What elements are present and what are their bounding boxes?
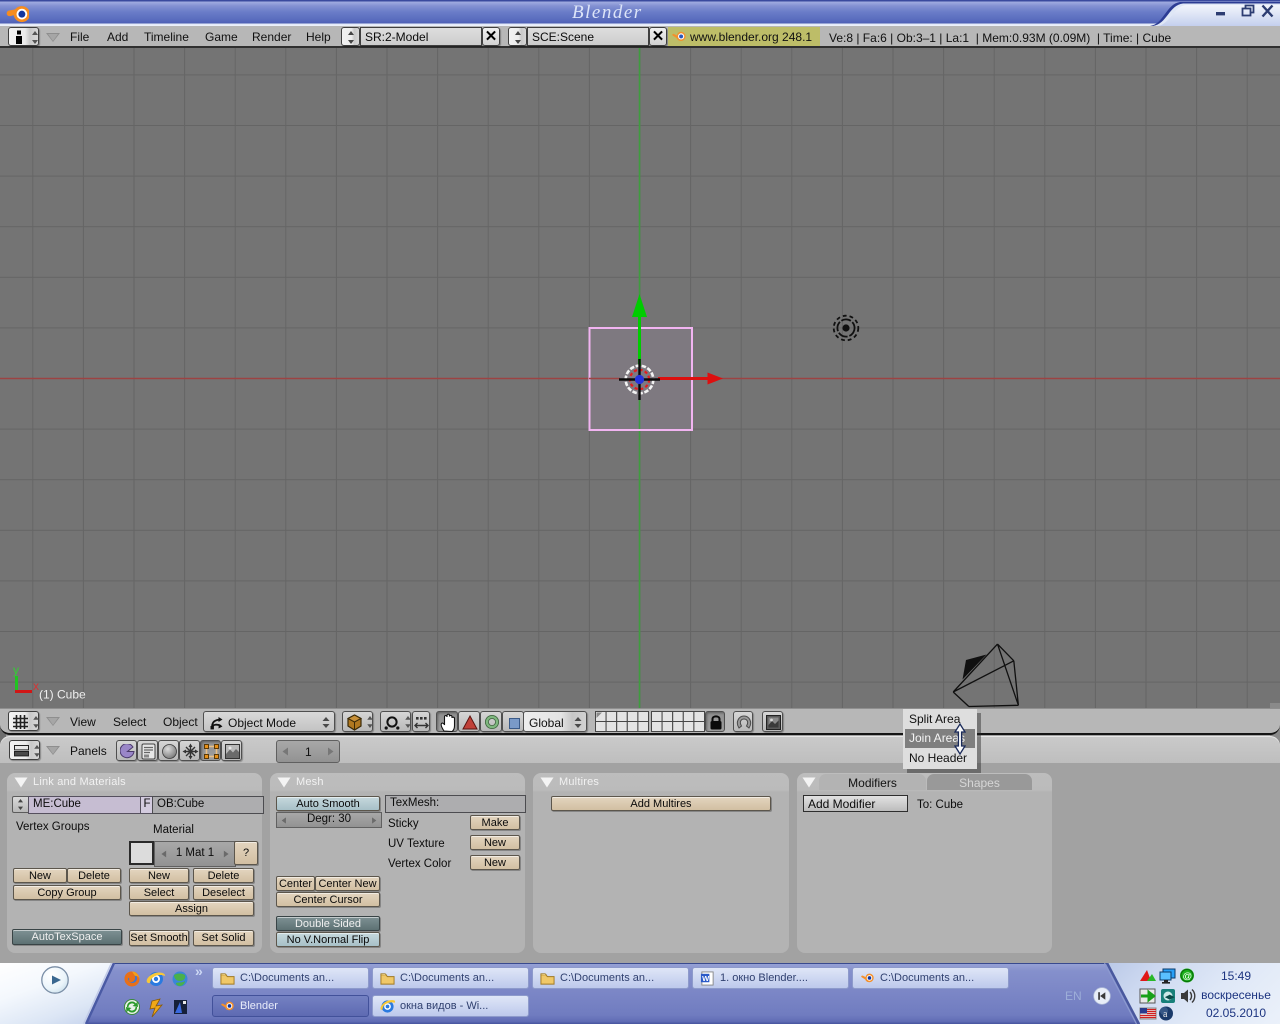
svg-text:@: @	[1183, 971, 1193, 982]
svg-text:y: y	[13, 663, 19, 677]
svg-text:a: a	[1163, 1009, 1168, 1020]
svg-text:(1) Cube: (1) Cube	[39, 688, 86, 702]
svg-text:◂▸: ◂▸	[1164, 991, 1175, 1001]
svg-text:W: W	[702, 974, 710, 983]
